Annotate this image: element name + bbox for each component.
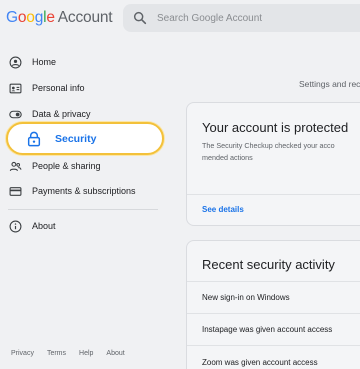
card-title: Recent security activity — [202, 257, 335, 272]
sidebar-item-home[interactable]: Home — [0, 51, 160, 73]
home-icon — [8, 55, 22, 69]
card-divider — [187, 345, 360, 346]
footer-link-privacy[interactable]: Privacy — [11, 350, 34, 357]
sidebar-item-label: Home — [32, 57, 57, 67]
see-details-link[interactable]: See details — [202, 205, 244, 214]
recent-security-activity-card: Recent security activity New sign-in on … — [186, 240, 360, 369]
activity-item[interactable]: New sign-in on Windows — [202, 293, 290, 302]
google-account-logo[interactable]: Google Account — [6, 9, 113, 27]
sidebar-item-label: Personal info — [32, 83, 85, 93]
google-logo-text: Google — [6, 9, 55, 26]
sidebar-item-label: Security — [55, 132, 97, 145]
info-icon — [8, 219, 22, 233]
sidebar-item-label: People & sharing — [32, 161, 101, 171]
footer-link-about[interactable]: About — [106, 350, 124, 357]
card-description: The Security Checkup checked your acco m… — [202, 140, 360, 164]
sidebar-item-label: Payments & subscriptions — [32, 186, 136, 196]
card-title: Your account is protected — [202, 120, 349, 135]
footer-link-terms[interactable]: Terms — [47, 350, 66, 357]
sidebar-item-payments[interactable]: Payments & subscriptions — [0, 180, 160, 202]
card-divider — [187, 194, 360, 195]
sidebar-item-label: About — [32, 221, 56, 231]
sidebar-item-label: Data & privacy — [32, 109, 91, 119]
sidebar-item-security[interactable]: Security — [6, 122, 164, 155]
search-bar[interactable] — [123, 4, 360, 32]
toggle-icon — [8, 107, 22, 121]
lock-icon — [26, 131, 42, 147]
sidebar-item-personal-info[interactable]: Personal info — [0, 77, 160, 99]
id-card-icon — [8, 81, 22, 95]
settings-recommendations-text: Settings and rec — [299, 79, 360, 89]
people-icon — [8, 159, 22, 173]
card-divider — [187, 313, 360, 314]
card-divider — [187, 281, 360, 282]
account-logo-text: Account — [57, 9, 113, 26]
activity-item[interactable]: Zoom was given account access — [202, 358, 318, 367]
footer-link-help[interactable]: Help — [79, 350, 93, 357]
sidebar-item-people-sharing[interactable]: People & sharing — [0, 155, 160, 177]
sidebar-divider — [8, 209, 158, 210]
credit-card-icon — [8, 184, 22, 198]
sidebar-item-about[interactable]: About — [0, 215, 160, 237]
search-icon[interactable] — [132, 10, 148, 26]
footer-links: Privacy Terms Help About — [11, 350, 138, 357]
card-description-line: The Security Checkup checked your acco — [202, 141, 335, 150]
search-input[interactable] — [157, 10, 357, 26]
card-description-line: mended actions — [202, 153, 253, 162]
account-protected-card: Your account is protected The Security C… — [186, 102, 360, 226]
activity-item[interactable]: Instapage was given account access — [202, 325, 332, 334]
